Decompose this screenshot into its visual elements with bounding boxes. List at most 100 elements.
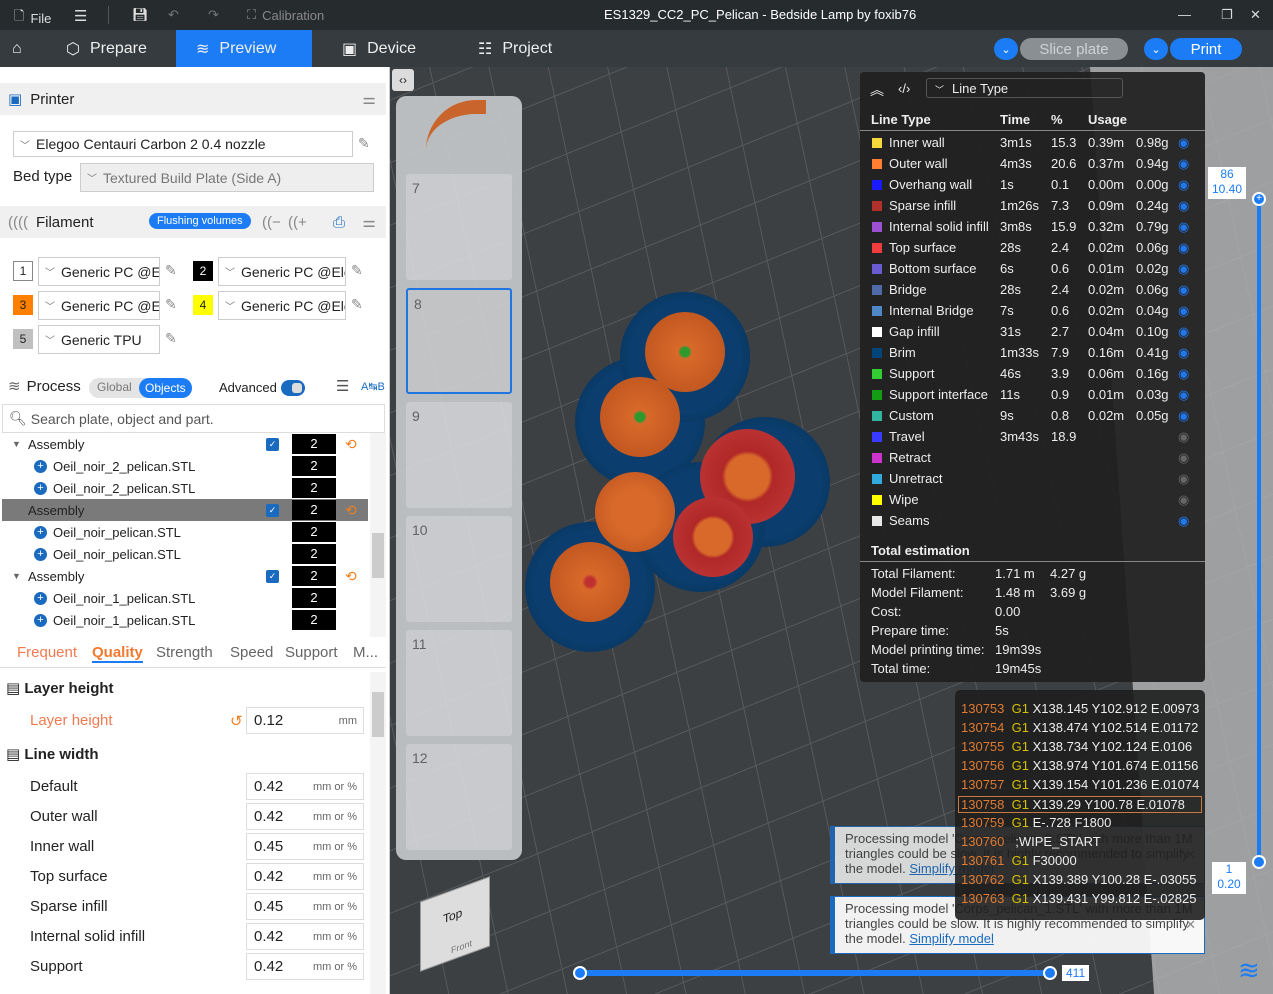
eye-off-icon[interactable]: ◉ <box>1178 429 1189 445</box>
filament-color-swatch[interactable]: 5 <box>13 329 33 349</box>
eye-icon[interactable]: ◉ <box>1178 261 1189 277</box>
filament-select[interactable]: ﹀ Generic PC @Ele... <box>218 257 346 286</box>
move-slider-end-handle[interactable] <box>1043 966 1057 980</box>
legend-row[interactable]: Bottom surface 6s 0.6 0.01m 0.02g ◉ <box>860 258 1205 279</box>
plate-thumbnail[interactable]: 12 <box>406 744 512 850</box>
eye-off-icon[interactable]: ◉ <box>1178 471 1189 487</box>
model-part[interactable] <box>600 377 680 457</box>
reset-icon[interactable]: ↺ <box>230 712 243 730</box>
line-width-input[interactable]: 0.42 mm or % <box>246 863 364 890</box>
eye-icon[interactable]: ◉ <box>1178 240 1189 256</box>
list-icon[interactable]: ☰ <box>336 377 349 395</box>
rotate-icon[interactable]: ⟲ <box>345 502 357 519</box>
model-part[interactable] <box>673 497 753 577</box>
legend-row[interactable]: Internal Bridge 7s 0.6 0.02m 0.04g ◉ <box>860 300 1205 321</box>
filament-color-swatch[interactable]: 3 <box>13 295 33 315</box>
layers-view-icon[interactable]: ≋ <box>1238 954 1260 986</box>
plate-thumbnail[interactable] <box>406 90 512 160</box>
eye-off-icon[interactable]: ◉ <box>1178 450 1189 466</box>
collapse-sidebar-button[interactable]: ‹› <box>392 69 414 91</box>
legend-row[interactable]: Outer wall 4m3s 20.6 0.37m 0.94g ◉ <box>860 153 1205 174</box>
filament-index[interactable]: 2 <box>292 434 336 454</box>
eye-icon[interactable]: ◉ <box>1178 177 1189 193</box>
eye-icon[interactable]: ◉ <box>1178 156 1189 172</box>
bed-type-select[interactable]: ﹀ Textured Build Plate (Side A) <box>80 163 374 192</box>
home-button[interactable]: ⌂ <box>0 30 34 67</box>
visible-checkbox[interactable]: ✓ <box>266 569 279 583</box>
collapse-legend-icon[interactable]: ︽ <box>870 80 884 100</box>
view-type-select[interactable]: ﹀ Line Type <box>926 78 1123 98</box>
eye-icon[interactable]: ◉ <box>1178 513 1189 529</box>
line-width-input[interactable]: 0.42 mm or % <box>246 803 364 830</box>
process-tab[interactable]: Strength <box>156 644 213 661</box>
filament-index[interactable]: 2 <box>292 566 336 586</box>
filament-settings-icon[interactable]: ⚌ <box>363 213 376 231</box>
tab-project[interactable]: ☷ Project <box>458 30 572 67</box>
filament-index[interactable]: 2 <box>292 544 336 564</box>
legend-row[interactable]: Bridge 28s 2.4 0.02m 0.06g ◉ <box>860 279 1205 300</box>
filament-select[interactable]: ﹀ Generic PC @Ele... <box>218 291 346 320</box>
settings-scrollbar[interactable] <box>370 672 386 994</box>
eye-icon[interactable]: ◉ <box>1178 366 1189 382</box>
plate-thumbnail[interactable]: 11 <box>406 630 512 736</box>
filament-color-swatch[interactable]: 1 <box>13 261 33 281</box>
tree-assembly[interactable]: ▼ Assembly ✓ 2 ⟲ <box>2 565 368 587</box>
line-width-input[interactable]: 0.45 mm or % <box>246 893 364 920</box>
compare-icon[interactable]: A↹B <box>361 380 385 393</box>
undo-icon[interactable]: ↶ <box>168 7 179 23</box>
process-tab[interactable]: Quality <box>92 644 143 663</box>
plate-thumbnail[interactable]: 7 <box>406 174 512 280</box>
add-filament-icon[interactable]: ((+ <box>288 214 307 231</box>
model-part[interactable] <box>595 472 675 552</box>
legend-row[interactable]: Custom 9s 0.8 0.02m 0.05g ◉ <box>860 405 1205 426</box>
slice-plate-button[interactable]: Slice plate <box>1020 38 1128 60</box>
edit-filament-icon[interactable]: ✎ <box>351 296 367 312</box>
filament-index[interactable]: 2 <box>292 500 336 520</box>
code-icon[interactable]: ‹/› <box>898 81 910 96</box>
tree-part[interactable]: + Oeil_noir_1_pelican.STL 2 <box>2 587 368 609</box>
filament-index[interactable]: 2 <box>292 478 336 498</box>
redo-icon[interactable]: ↷ <box>208 7 219 23</box>
remove-filament-icon[interactable]: ((− <box>262 214 281 231</box>
tab-device[interactable]: ▣ Device <box>322 30 436 67</box>
filament-select[interactable]: ﹀ Generic PC @E... <box>38 291 160 320</box>
tab-preview[interactable]: ≋ Preview <box>176 30 312 67</box>
layer-slider[interactable] <box>1257 198 1261 862</box>
filament-index[interactable]: 2 <box>292 522 336 542</box>
objects-toggle[interactable]: Objects <box>139 378 192 398</box>
process-tab[interactable]: Speed <box>230 644 273 661</box>
filament-select[interactable]: ﹀ Generic TPU <box>38 325 160 354</box>
legend-row[interactable]: Retract ◉ <box>860 447 1205 468</box>
sync-filament-icon[interactable]: ⎙ <box>333 214 345 231</box>
visible-checkbox[interactable]: ✓ <box>266 437 279 451</box>
rotate-icon[interactable]: ⟲ <box>345 568 357 585</box>
menu-icon[interactable]: ☰ <box>74 7 87 25</box>
legend-row[interactable]: Travel 3m43s 18.9 ◉ <box>860 426 1205 447</box>
eye-icon[interactable]: ◉ <box>1178 219 1189 235</box>
filament-index[interactable]: 2 <box>292 456 336 476</box>
legend-row[interactable]: Brim 1m33s 7.9 0.16m 0.41g ◉ <box>860 342 1205 363</box>
global-toggle[interactable]: Global <box>97 380 132 394</box>
maximize-button[interactable]: ❐ <box>1221 7 1233 23</box>
slice-dropdown[interactable]: ⌄ <box>994 38 1018 60</box>
legend-row[interactable]: Support interface 11s 0.9 0.01m 0.03g ◉ <box>860 384 1205 405</box>
tree-scrollbar[interactable] <box>370 433 386 637</box>
eye-off-icon[interactable]: ◉ <box>1178 492 1189 508</box>
legend-row[interactable]: Unretract ◉ <box>860 468 1205 489</box>
eye-icon[interactable]: ◉ <box>1178 324 1189 340</box>
eye-icon[interactable]: ◉ <box>1178 387 1189 403</box>
eye-icon[interactable]: ◉ <box>1178 282 1189 298</box>
search-input[interactable]: 🔍︎ Search plate, object and part. <box>2 404 385 433</box>
printer-select[interactable]: ﹀ Elegoo Centauri Carbon 2 0.4 nozzle <box>13 131 353 157</box>
flushing-volumes-button[interactable]: Flushing volumes <box>149 213 251 229</box>
tree-part[interactable]: + Oeil_noir_pelican.STL 2 <box>2 521 368 543</box>
eye-icon[interactable]: ◉ <box>1178 345 1189 361</box>
edit-filament-icon[interactable]: ✎ <box>351 262 367 278</box>
tree-part[interactable]: + Oeil_noir_2_pelican.STL 2 <box>2 477 368 499</box>
line-width-input[interactable]: 0.45 mm or % <box>246 833 364 860</box>
advanced-switch[interactable] <box>281 380 305 396</box>
filament-select[interactable]: ﹀ Generic PC @E... <box>38 257 160 286</box>
move-slider-start-handle[interactable] <box>573 966 587 980</box>
filament-index[interactable]: 2 <box>292 588 336 608</box>
legend-row[interactable]: Inner wall 3m1s 15.3 0.39m 0.98g ◉ <box>860 132 1205 153</box>
